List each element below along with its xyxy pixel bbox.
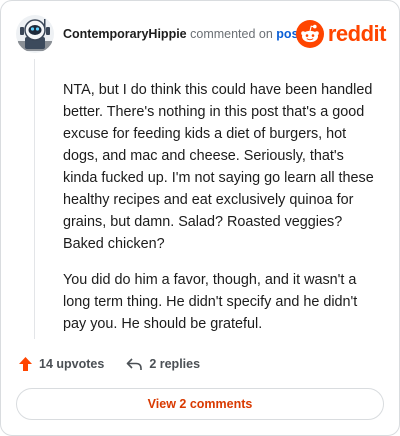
user-avatar[interactable] — [16, 15, 54, 53]
comment-meta: ContemporaryHippie commented on post — [63, 26, 303, 42]
replies-count: 2 replies — [149, 357, 201, 371]
comment-paragraph: You did do him a favor, though, and it w… — [63, 272, 358, 332]
upvote-button[interactable]: 14 upvotes — [18, 356, 104, 372]
view-comments-button[interactable]: View 2 comments — [16, 388, 384, 420]
upvote-arrow-icon — [19, 357, 32, 371]
comment-paragraph: NTA, but I do think this could have been… — [63, 82, 374, 252]
thread-line — [34, 59, 35, 339]
reddit-snoo-icon — [295, 20, 324, 48]
reddit-wordmark: reddit — [327, 21, 387, 46]
reply-arrow-icon — [127, 358, 143, 370]
comment-header: ContemporaryHippie commented on post red… — [16, 15, 387, 55]
comment-body: NTA, but I do think this could have been… — [63, 79, 377, 349]
replies-button[interactable]: 2 replies — [126, 357, 200, 371]
reddit-logo[interactable]: reddit — [295, 17, 387, 51]
comment-card: ContemporaryHippie commented on post red… — [0, 0, 400, 436]
comment-actions: 14 upvotes 2 replies — [18, 353, 222, 375]
action-text: commented on — [190, 27, 273, 41]
username-link[interactable]: ContemporaryHippie — [63, 27, 187, 41]
upvotes-count: 14 upvotes — [39, 357, 105, 371]
